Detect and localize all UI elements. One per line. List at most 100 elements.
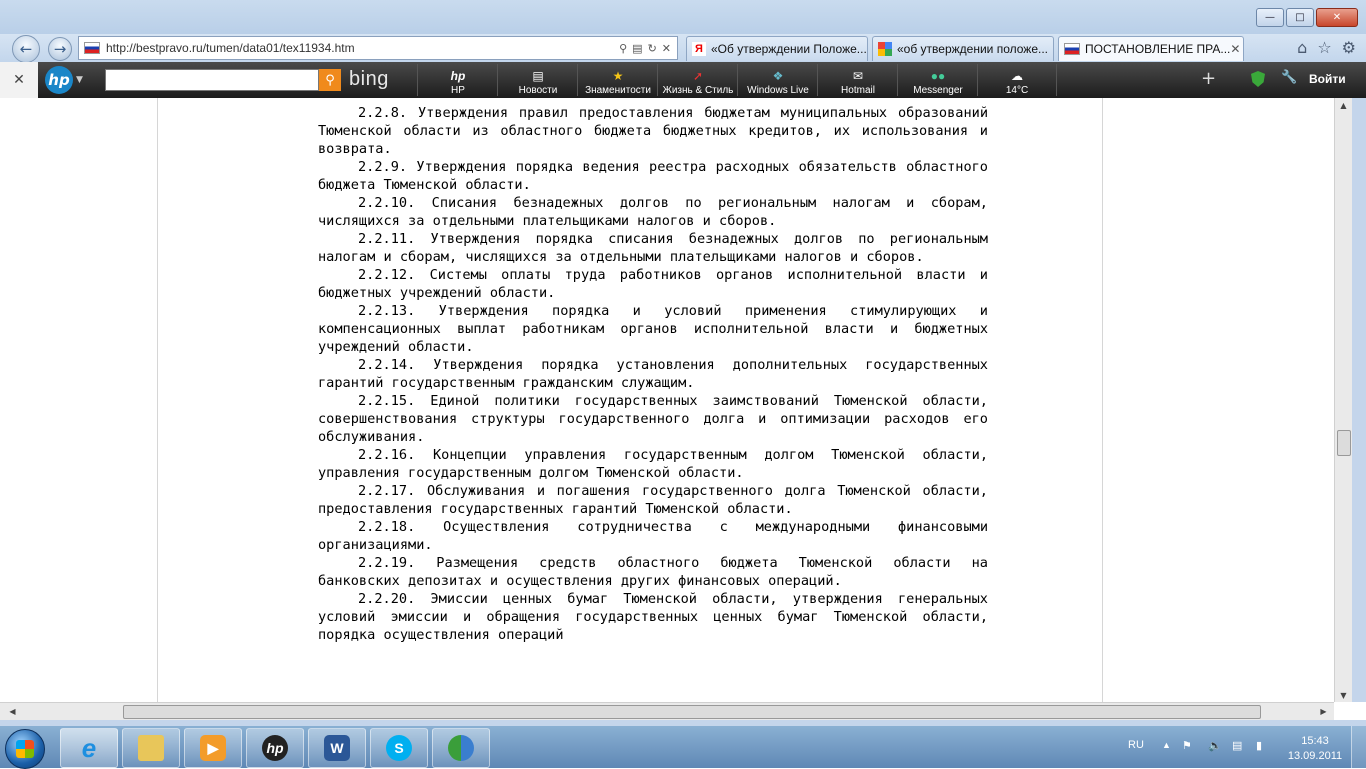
back-button[interactable]: ← (12, 35, 40, 63)
yandex-icon: Я (692, 42, 706, 56)
tab-1[interactable]: Я «Об утверждении Положе... (686, 36, 868, 61)
window-controls: — □ ✕ (1256, 8, 1358, 27)
internet-explorer-icon[interactable]: e (60, 728, 118, 768)
scroll-right-icon[interactable]: ▶ (1315, 703, 1332, 720)
google-icon (878, 42, 892, 56)
windows-logo-icon (16, 740, 34, 758)
paragraph: 2.2.17. Обслуживания и погашения государ… (318, 483, 988, 517)
document-text: 2.2.8. Утверждения правил предоставления… (318, 104, 988, 644)
tab-2[interactable]: «об утверждении положе... (872, 36, 1054, 61)
mail-icon: ✉ (852, 69, 864, 83)
hp-app-icon[interactable]: hp (246, 728, 304, 768)
bing-search-input[interactable] (105, 69, 319, 91)
start-button[interactable] (5, 729, 45, 769)
tab-label: «об утверждении положе... (897, 42, 1048, 56)
paragraph: 2.2.19. Размещения средств областного бю… (318, 555, 988, 589)
media-player-icon[interactable]: ▶ (184, 728, 242, 768)
page-content: 2.2.8. Утверждения правил предоставления… (0, 98, 1334, 702)
show-hidden-icons-icon[interactable]: ▲ (1162, 740, 1171, 750)
scroll-up-icon[interactable]: ▲ (1335, 98, 1352, 112)
hp-bing-toolbar: ✕ hp ▼ ⚲ bing hp HP ▤ Новости ★ Знаменит… (0, 62, 1366, 98)
maximize-button[interactable]: □ (1286, 8, 1314, 27)
search-icon[interactable]: ⚲ (619, 42, 627, 55)
window-border-right (1352, 98, 1366, 702)
refresh-icon[interactable]: ↻ (648, 42, 657, 55)
tab-3[interactable]: ПОСТАНОВЛЕНИЕ ПРА... ✕ (1058, 36, 1244, 61)
address-bar[interactable]: http://bestpravo.ru/tumen/data01/tex1193… (78, 36, 678, 60)
bing-logo: bing (349, 68, 389, 90)
home-icon[interactable]: ⌂ (1297, 38, 1307, 57)
close-tab-icon[interactable]: ✕ (1230, 42, 1240, 56)
horizontal-scrollbar[interactable]: ◀ ▶ (0, 702, 1334, 720)
clock[interactable]: 15:43 13.09.2011 (1285, 734, 1345, 764)
site-favicon-icon (84, 42, 100, 54)
favorites-star-icon[interactable]: ☆ (1317, 38, 1331, 57)
close-toolbar-icon[interactable]: ✕ (0, 62, 38, 98)
settings-gear-icon[interactable]: ⚙ (1342, 38, 1356, 57)
paragraph: 2.2.9. Утверждения порядка ведения реест… (318, 159, 988, 193)
scroll-down-icon[interactable]: ▼ (1335, 688, 1352, 702)
back-arrow-icon: ← (19, 40, 33, 58)
paragraph: 2.2.11. Утверждения порядка списания без… (318, 231, 988, 265)
paragraph: 2.2.18. Осуществления сотрудничества с м… (318, 519, 988, 553)
add-icon[interactable]: + (1201, 68, 1216, 89)
toolbar-item-news[interactable]: ▤ Новости (497, 64, 578, 96)
forward-arrow-icon: → (53, 40, 67, 58)
scroll-left-icon[interactable]: ◀ (4, 703, 21, 720)
word-icon[interactable]: W (308, 728, 366, 768)
toolbar-item-celebrities[interactable]: ★ Знаменитости (577, 64, 658, 96)
stop-icon[interactable]: ✕ (662, 42, 671, 55)
address-tools: ⚲ ▤ ↻ ✕ (619, 42, 671, 55)
paragraph: 2.2.16. Концепции управления государстве… (318, 447, 988, 481)
compat-view-icon[interactable]: ▤ (632, 42, 642, 55)
minimize-button[interactable]: — (1256, 8, 1284, 27)
chevron-down-icon[interactable]: ▼ (76, 75, 83, 85)
login-button[interactable]: Войти (1309, 72, 1346, 86)
taskbar: e ▶ hp W S RU ▲ ⚑ 🔈 ▤ ▮ 15:43 13.09.2011 (0, 726, 1366, 769)
navigation-bar: ← → http://bestpravo.ru/tumen/data01/tex… (0, 34, 1366, 63)
power-icon[interactable]: ▮ (1256, 739, 1268, 753)
toolbar-item-lifestyle[interactable]: ➚ Жизнь & Стиль (657, 64, 738, 96)
address-url[interactable]: http://bestpravo.ru/tumen/data01/tex1193… (106, 41, 619, 55)
toolbar-item-label: Hotmail (841, 85, 875, 96)
skype-icon[interactable]: S (370, 728, 428, 768)
toolbar-item-label: Жизнь & Стиль (662, 85, 734, 96)
toolbar-item-hp[interactable]: hp HP (417, 64, 498, 96)
toolbar-item-windows-live[interactable]: ❖ Windows Live (737, 64, 818, 96)
hp-icon: hp (450, 69, 466, 83)
paragraph: 2.2.14. Утверждения порядка установления… (318, 357, 988, 391)
clock-date: 13.09.2011 (1287, 750, 1343, 762)
file-explorer-icon[interactable] (122, 728, 180, 768)
browser-tools: ⌂ ☆ ⚙ (1297, 38, 1356, 57)
wrench-icon[interactable]: 🔧 (1281, 70, 1297, 85)
toolbar-item-hotmail[interactable]: ✉ Hotmail (817, 64, 898, 96)
search-icon: ⚲ (325, 72, 335, 88)
hp-logo-icon[interactable]: hp (45, 66, 73, 94)
close-window-button[interactable]: ✕ (1316, 8, 1358, 27)
toolbar-item-label: Знаменитости (585, 85, 651, 96)
toolbar-item-weather[interactable]: ☁ 14°C (977, 64, 1057, 96)
volume-icon[interactable]: 🔈 (1208, 739, 1222, 753)
tab-label: ПОСТАНОВЛЕНИЕ ПРА... (1085, 42, 1231, 56)
language-indicator[interactable]: RU (1128, 739, 1144, 751)
bing-search-button[interactable]: ⚲ (319, 69, 341, 91)
toolbar-item-messenger[interactable]: ●● Messenger (897, 64, 978, 96)
shield-icon[interactable] (1251, 71, 1265, 87)
network-icon[interactable]: ▤ (1232, 739, 1244, 753)
horizontal-scroll-thumb[interactable] (123, 705, 1261, 719)
messenger-app-icon[interactable] (432, 728, 490, 768)
news-icon: ▤ (532, 69, 544, 83)
windows-live-icon: ❖ (772, 69, 784, 83)
messenger-icon: ●● (930, 69, 946, 83)
lifestyle-icon: ➚ (692, 69, 704, 83)
window-titlebar: — □ ✕ (0, 0, 1366, 34)
action-center-icon[interactable]: ⚑ (1182, 739, 1194, 753)
weather-icon: ☁ (1011, 69, 1023, 83)
paragraph: 2.2.12. Системы оплаты труда работников … (318, 267, 988, 301)
paragraph: 2.2.15. Единой политики государственных … (318, 393, 988, 445)
paragraph: 2.2.13. Утверждения порядка и условий пр… (318, 303, 988, 355)
vertical-scroll-thumb[interactable] (1337, 430, 1351, 456)
vertical-scrollbar[interactable]: ▲ ▼ (1334, 98, 1352, 702)
show-desktop-button[interactable] (1351, 726, 1366, 768)
forward-button[interactable]: → (48, 37, 72, 61)
